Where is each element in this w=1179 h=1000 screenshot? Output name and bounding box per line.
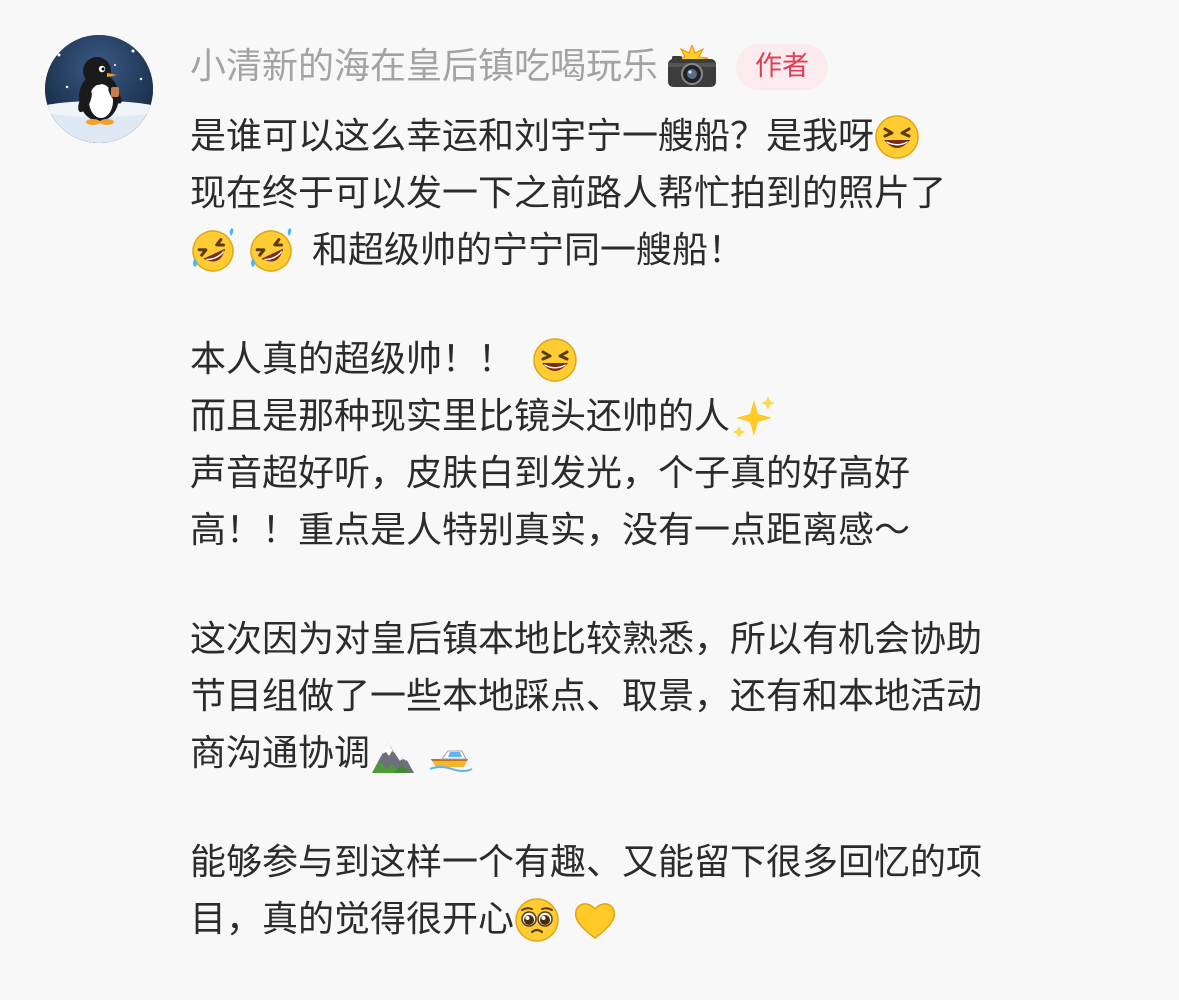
text-line: 声音超好听，皮肤白到发光，个子真的好高好 — [190, 445, 1150, 502]
text-line: 现在终于可以发一下之前路人帮忙拍到的照片了 — [190, 165, 1150, 222]
avatar[interactable] — [45, 35, 153, 143]
paragraph: 是谁可以这么幸运和刘宇宁一艘船？是我呀 现在终于可以发一下之前路人帮忙拍到的照片… — [190, 108, 1150, 279]
rolling-on-floor-laughing-icon — [190, 227, 236, 274]
camera-flash-icon — [664, 43, 720, 89]
comment-header: 小清新的海在皇后镇吃喝玩乐 作者 — [190, 40, 829, 94]
author-badge: 作者 — [736, 44, 829, 90]
snow-capped-mountain-icon — [370, 731, 416, 777]
speedboat-icon — [428, 731, 474, 777]
line-text: 声音超好听，皮肤白到发光，个子真的好高好 — [190, 453, 911, 494]
text-line: 能够参与到这样一个有趣、又能留下很多回忆的项 — [190, 834, 1150, 891]
line-text: 和超级帅的宁宁同一艘船！ — [312, 230, 745, 271]
grinning-squinting-face-icon — [874, 114, 920, 160]
text-line: 节目组做了一些本地踩点、取景，还有和本地活动 — [190, 668, 1150, 725]
line-text: 高！！重点是人特别真实，没有一点距离感～ — [190, 510, 911, 551]
line-text: 这次因为对皇后镇本地比较熟悉，所以有机会协助 — [190, 619, 983, 660]
grinning-squinting-face-icon — [532, 337, 578, 383]
username[interactable]: 小清新的海在皇后镇吃喝玩乐 — [190, 40, 658, 94]
line-text: 现在终于可以发一下之前路人帮忙拍到的照片了 — [190, 173, 947, 214]
text-line: 目，真的觉得很开心 — [190, 891, 1150, 948]
pleading-face-icon — [514, 897, 560, 943]
text-line: 而且是那种现实里比镜头还帅的人 — [190, 388, 1150, 445]
line-text: 节目组做了一些本地踩点、取景，还有和本地活动 — [190, 676, 983, 717]
line-text: 目，真的觉得很开心 — [190, 899, 515, 940]
line-text: 是谁可以这么幸运和刘宇宁一艘船？是我呀 — [190, 116, 875, 157]
line-text: 本人真的超级帅！！ — [190, 339, 515, 380]
yellow-heart-icon — [572, 897, 618, 943]
comment-block: 小清新的海在皇后镇吃喝玩乐 作者 是谁可以这么幸运和刘宇宁一艘船？是我呀 现在终… — [0, 0, 1179, 999]
text-line: 本人真的超级帅！！ — [190, 331, 1150, 388]
rolling-on-floor-laughing-icon — [248, 227, 294, 274]
penguin-avatar-icon — [45, 35, 153, 143]
text-line: 商沟通协调 — [190, 725, 1150, 782]
sparkles-icon — [730, 394, 776, 440]
comment-body: 是谁可以这么幸运和刘宇宁一艘船？是我呀 现在终于可以发一下之前路人帮忙拍到的照片… — [190, 108, 1150, 1000]
text-line: 是谁可以这么幸运和刘宇宁一艘船？是我呀 — [190, 108, 1150, 165]
paragraph: 本人真的超级帅！！ 而且是那种现实里比镜头还帅的人 声音超好听，皮肤白到发光，个… — [190, 331, 1150, 559]
line-text: 能够参与到这样一个有趣、又能留下很多回忆的项 — [190, 842, 983, 883]
text-line: 高！！重点是人特别真实，没有一点距离感～ — [190, 502, 1150, 559]
text-line: 和超级帅的宁宁同一艘船！ — [190, 222, 1150, 279]
line-text: 商沟通协调 — [190, 733, 371, 774]
text-line: 这次因为对皇后镇本地比较熟悉，所以有机会协助 — [190, 611, 1150, 668]
line-text: 而且是那种现实里比镜头还帅的人 — [190, 396, 731, 437]
paragraph: 这次因为对皇后镇本地比较熟悉，所以有机会协助 节目组做了一些本地踩点、取景，还有… — [190, 611, 1150, 782]
paragraph: 能够参与到这样一个有趣、又能留下很多回忆的项 目，真的觉得很开心 — [190, 834, 1150, 948]
